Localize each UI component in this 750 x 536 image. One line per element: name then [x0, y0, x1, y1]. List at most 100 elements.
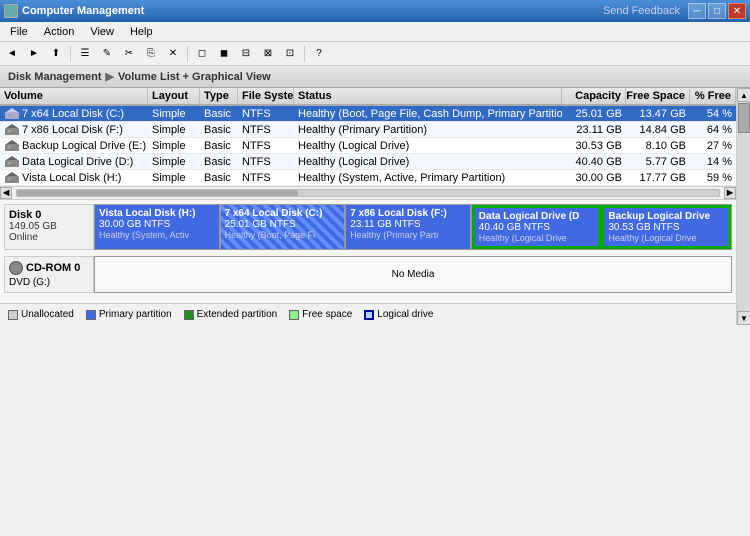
toolbar-copy[interactable]: ⎘: [141, 45, 161, 63]
vscroll-track[interactable]: [737, 102, 750, 311]
disk0-partition-1[interactable]: 7 x64 Local Disk (C:) 25.01 GB NTFS Heal…: [221, 205, 347, 249]
toolbar-help[interactable]: ?: [309, 45, 329, 63]
td-free-0: 13.47 GB: [626, 106, 690, 121]
legend-free-label: Free space: [302, 309, 352, 320]
disk0-partition-0[interactable]: Vista Local Disk (H:) 30.00 GB NTFS Heal…: [95, 205, 221, 249]
legend-unalloc-label: Unallocated: [21, 309, 74, 320]
toolbar-btn5[interactable]: ◻: [192, 45, 212, 63]
main-content: Volume Layout Type File System Status Ca…: [0, 88, 750, 325]
td-volume-2: Backup Logical Drive (E:): [0, 138, 148, 153]
toolbar-edit[interactable]: ✎: [97, 45, 117, 63]
legend-unalloc-box: [8, 310, 18, 320]
part-status-0: Healthy (System, Activ: [99, 230, 215, 240]
col-header-capacity[interactable]: Capacity: [562, 88, 626, 104]
td-pct-0: 54 %: [690, 106, 736, 121]
td-type-1: Basic: [200, 122, 238, 137]
part-name-2: 7 x86 Local Disk (F:): [350, 208, 466, 219]
col-header-pct[interactable]: % Free: [690, 88, 736, 104]
td-status-1: Healthy (Primary Partition): [294, 122, 562, 137]
menu-action[interactable]: Action: [36, 24, 83, 40]
vscroll-down-btn[interactable]: ▼: [737, 311, 750, 325]
toolbar-delete[interactable]: ✕: [163, 45, 183, 63]
close-button[interactable]: ✕: [728, 3, 746, 19]
td-layout-2: Simple: [148, 138, 200, 153]
part-size-1: 25.01 GB NTFS: [225, 219, 341, 230]
td-fs-0: NTFS: [238, 106, 294, 121]
menu-help[interactable]: Help: [122, 24, 161, 40]
td-layout-0: Simple: [148, 106, 200, 121]
cdrom0-label: CD-ROM 0 DVD (G:): [4, 256, 94, 293]
disk0-partition-3[interactable]: Data Logical Drive (D 40.40 GB NTFS Heal…: [472, 205, 602, 249]
table-row-0[interactable]: 7 x64 Local Disk (C:)SimpleBasicNTFSHeal…: [0, 106, 736, 122]
toolbar-sep-1: [70, 46, 71, 62]
toolbar-back[interactable]: ◄: [2, 45, 22, 63]
cdrom0-row: CD-ROM 0 DVD (G:) No Media: [4, 256, 732, 293]
graphical-view: Disk 0 149.05 GB Online Vista Local Disk…: [0, 200, 736, 303]
horizontal-scrollbar[interactable]: ◄ ►: [0, 186, 736, 200]
toolbar-btn8[interactable]: ⊠: [258, 45, 278, 63]
disk0-partition-4[interactable]: Backup Logical Drive 30.53 GB NTFS Healt…: [601, 205, 731, 249]
disk0-label: Disk 0 149.05 GB Online: [4, 204, 94, 250]
scroll-left-btn[interactable]: ◄: [0, 187, 12, 199]
scroll-track[interactable]: [16, 189, 720, 197]
legend-primary-label: Primary partition: [99, 309, 172, 320]
col-header-type[interactable]: Type: [200, 88, 238, 104]
td-pct-2: 27 %: [690, 138, 736, 153]
drive-icon-1: [4, 124, 20, 136]
table-row-2[interactable]: Backup Logical Drive (E:)SimpleBasicNTFS…: [0, 138, 736, 154]
col-header-volume[interactable]: Volume: [0, 88, 148, 104]
menu-view[interactable]: View: [82, 24, 122, 40]
disk0-name: Disk 0: [9, 209, 89, 221]
minimize-button[interactable]: ─: [688, 3, 706, 19]
vertical-scrollbar[interactable]: ▲ ▼: [736, 88, 750, 325]
td-pct-1: 64 %: [690, 122, 736, 137]
td-pct-4: 59 %: [690, 170, 736, 185]
toolbar-btn7[interactable]: ⊟: [236, 45, 256, 63]
toolbar-btn6[interactable]: ◼: [214, 45, 234, 63]
table-row-3[interactable]: Data Logical Drive (D:)SimpleBasicNTFSHe…: [0, 154, 736, 170]
legend-logical: Logical drive: [364, 309, 433, 320]
legend-primary-box: [86, 310, 96, 320]
td-volume-0: 7 x64 Local Disk (C:): [0, 106, 148, 121]
disk0-partition-2[interactable]: 7 x86 Local Disk (F:) 23.11 GB NTFS Heal…: [346, 205, 472, 249]
td-layout-3: Simple: [148, 154, 200, 169]
app-icon: [4, 4, 18, 18]
td-type-3: Basic: [200, 154, 238, 169]
section-header: Disk Management ▶ Volume List + Graphica…: [0, 66, 750, 88]
td-status-2: Healthy (Logical Drive): [294, 138, 562, 153]
section-part1: Disk Management: [8, 71, 102, 83]
legend-logical-box: [364, 310, 374, 320]
col-header-free[interactable]: Free Space: [626, 88, 690, 104]
legend-extended-label: Extended partition: [197, 309, 278, 320]
legend-extended-box: [184, 310, 194, 320]
menu-file[interactable]: File: [2, 24, 36, 40]
td-fs-2: NTFS: [238, 138, 294, 153]
scroll-thumb[interactable]: [17, 190, 298, 196]
col-header-fs[interactable]: File System: [238, 88, 294, 104]
toolbar-forward[interactable]: ►: [24, 45, 44, 63]
col-header-layout[interactable]: Layout: [148, 88, 200, 104]
td-layout-1: Simple: [148, 122, 200, 137]
toolbar-btn9[interactable]: ⊡: [280, 45, 300, 63]
toolbar-show-hide[interactable]: ☰: [75, 45, 95, 63]
legend-primary: Primary partition: [86, 309, 172, 320]
cdrom0-name: CD-ROM 0: [26, 262, 80, 274]
disk0-row: Disk 0 149.05 GB Online Vista Local Disk…: [4, 204, 732, 250]
part-name-0: Vista Local Disk (H:): [99, 208, 215, 219]
disk0-size: 149.05 GB: [9, 221, 89, 232]
toolbar-sep-3: [304, 46, 305, 62]
legend-free: Free space: [289, 309, 352, 320]
table-row-4[interactable]: Vista Local Disk (H:)SimpleBasicNTFSHeal…: [0, 170, 736, 186]
col-header-status[interactable]: Status: [294, 88, 562, 104]
restore-button[interactable]: □: [708, 3, 726, 19]
scroll-right-btn[interactable]: ►: [724, 187, 736, 199]
disk0-status: Online: [9, 232, 89, 243]
toolbar-up[interactable]: ⬆: [46, 45, 66, 63]
table-row-1[interactable]: 7 x86 Local Disk (F:)SimpleBasicNTFSHeal…: [0, 122, 736, 138]
td-fs-4: NTFS: [238, 170, 294, 185]
send-feedback-link[interactable]: Send Feedback: [603, 5, 680, 17]
td-free-1: 14.84 GB: [626, 122, 690, 137]
vscroll-up-btn[interactable]: ▲: [737, 88, 750, 102]
vscroll-thumb[interactable]: [738, 103, 750, 133]
toolbar-cut[interactable]: ✂: [119, 45, 139, 63]
